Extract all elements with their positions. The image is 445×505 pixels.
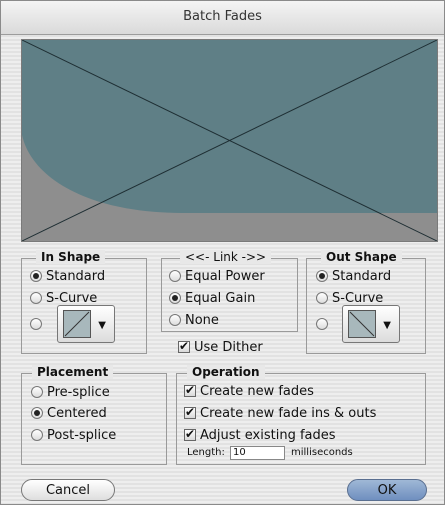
- in-shape-standard-radio[interactable]: Standard: [30, 266, 105, 286]
- link-equal-power-label: Equal Power: [185, 268, 265, 284]
- link-none-label: None: [185, 312, 219, 328]
- in-shape-label: In Shape: [36, 250, 106, 264]
- link-equal-power-radio[interactable]: Equal Power: [169, 266, 265, 286]
- length-label: Length:: [187, 447, 225, 458]
- in-shape-standard-label: Standard: [46, 268, 106, 284]
- create-fade-ins-outs-checkbox[interactable]: Create new fade ins & outs: [184, 403, 376, 423]
- checkmark-icon: [178, 339, 190, 353]
- fade-out-curve-icon: [348, 310, 376, 338]
- out-shape-standard-radio[interactable]: Standard: [316, 266, 391, 286]
- adjust-existing-fades-label: Adjust existing fades: [200, 427, 336, 443]
- operation-label: Operation: [187, 365, 265, 379]
- radio-icon: [169, 314, 181, 326]
- chevron-down-icon: ▼: [383, 320, 391, 331]
- create-new-fades-label: Create new fades: [200, 383, 314, 399]
- link-label: <<- Link ->>: [180, 250, 272, 264]
- in-shape-popup-button[interactable]: ▼: [57, 305, 115, 343]
- placement-pre-splice-label: Pre-splice: [47, 384, 110, 400]
- link-none-radio[interactable]: None: [169, 310, 219, 330]
- length-input[interactable]: 10: [230, 446, 285, 460]
- radio-selected-icon: [169, 292, 181, 304]
- in-shape-custom-radio[interactable]: [30, 314, 46, 334]
- create-fade-ins-outs-label: Create new fade ins & outs: [200, 405, 377, 421]
- placement-pre-splice-radio[interactable]: Pre-splice: [31, 382, 110, 402]
- radio-icon: [31, 429, 43, 441]
- radio-icon: [30, 292, 42, 304]
- use-dither-checkbox[interactable]: Use Dither: [178, 337, 263, 357]
- checkmark-icon: [184, 427, 196, 441]
- adjust-existing-fades-checkbox[interactable]: Adjust existing fades: [184, 425, 336, 445]
- radio-selected-icon: [30, 270, 42, 282]
- fade-curve-shape: [22, 40, 437, 213]
- length-unit-label: milliseconds: [291, 447, 353, 458]
- out-shape-label: Out Shape: [321, 250, 402, 264]
- chevron-down-icon: ▼: [98, 320, 106, 331]
- create-new-fades-checkbox[interactable]: Create new fades: [184, 381, 314, 401]
- batch-fades-dialog: Batch Fades In Shape Standard S-Curve ▼ …: [0, 0, 445, 505]
- out-shape-s-curve-label: S-Curve: [332, 290, 384, 306]
- window-title: Batch Fades: [183, 9, 262, 24]
- out-shape-custom-radio[interactable]: [316, 314, 332, 334]
- ok-button[interactable]: OK: [347, 479, 427, 501]
- link-equal-gain-radio[interactable]: Equal Gain: [169, 288, 255, 308]
- radio-selected-icon: [316, 270, 328, 282]
- fade-in-curve-icon: [63, 310, 91, 338]
- radio-icon: [31, 386, 43, 398]
- checkmark-icon: [184, 383, 196, 397]
- radio-icon: [169, 270, 181, 282]
- checkmark-icon: [184, 405, 196, 419]
- out-shape-popup-button[interactable]: ▼: [342, 305, 400, 343]
- link-equal-gain-label: Equal Gain: [185, 290, 256, 306]
- title-bar[interactable]: Batch Fades: [1, 1, 444, 35]
- use-dither-label: Use Dither: [194, 339, 263, 355]
- placement-post-splice-radio[interactable]: Post-splice: [31, 425, 116, 445]
- radio-selected-icon: [31, 407, 43, 419]
- out-shape-standard-label: Standard: [332, 268, 392, 284]
- radio-icon: [316, 318, 328, 330]
- placement-centered-label: Centered: [47, 405, 107, 421]
- placement-centered-radio[interactable]: Centered: [31, 403, 107, 423]
- placement-post-splice-label: Post-splice: [47, 427, 117, 443]
- radio-icon: [316, 292, 328, 304]
- fade-preview: [21, 39, 438, 242]
- cancel-button[interactable]: Cancel: [21, 479, 115, 501]
- placement-label: Placement: [32, 365, 114, 379]
- radio-icon: [30, 318, 42, 330]
- in-shape-s-curve-label: S-Curve: [46, 290, 98, 306]
- fade-preview-graph: [22, 40, 437, 241]
